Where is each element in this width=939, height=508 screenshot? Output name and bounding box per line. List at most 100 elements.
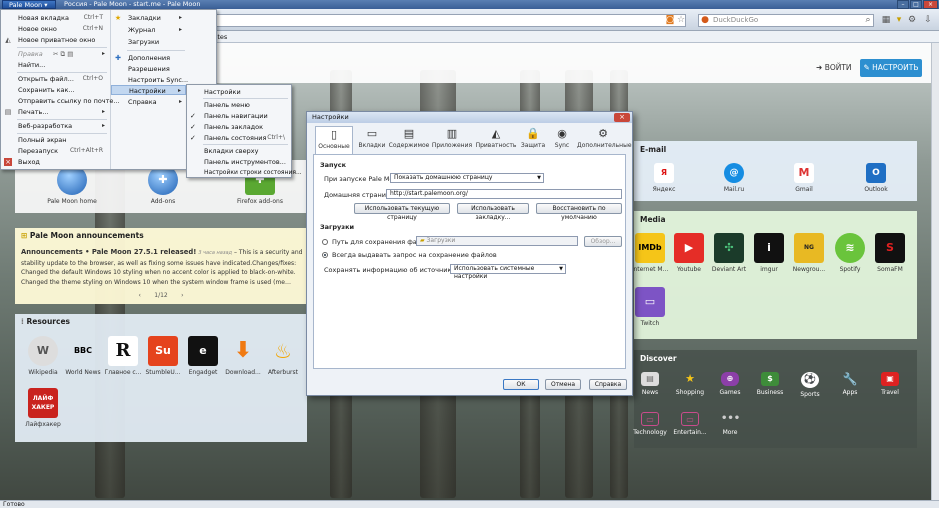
resource-tile[interactable]: BBC World News bbox=[61, 336, 105, 376]
media-tile[interactable]: S SomaFM bbox=[868, 233, 912, 273]
submenu-item-navigation-bar[interactable]: ✓ Панель навигации bbox=[187, 111, 291, 121]
browse-button[interactable]: Обзор... bbox=[584, 236, 622, 247]
discover-tile[interactable]: ▤ News bbox=[628, 372, 672, 396]
homepage-input[interactable]: http://start.palemoon.org/ bbox=[386, 189, 622, 199]
menu-item-fullscreen[interactable]: Полный экран bbox=[1, 135, 109, 145]
submenu-item-status-bar-settings[interactable]: Настройки строки состояния... bbox=[187, 168, 302, 178]
url-bar[interactable] bbox=[180, 14, 686, 27]
restore-default-button[interactable]: Восстановить по умолчанию bbox=[536, 203, 622, 221]
tab-applications[interactable]: ▥ Приложения bbox=[431, 126, 473, 154]
save-path-radio[interactable] bbox=[322, 239, 328, 245]
tab-advanced[interactable]: ⚙ Дополнительные bbox=[577, 126, 632, 154]
resource-tile[interactable]: ЛАЙФ ХАКЕР Лайфхакер bbox=[21, 388, 65, 428]
page-scrollbar[interactable] bbox=[931, 43, 939, 500]
resource-tile[interactable]: e Engadget bbox=[181, 336, 225, 376]
menu-item-open-file[interactable]: Открыть файл... Ctrl+O bbox=[1, 74, 109, 84]
startup-select[interactable]: Показать домашнюю страницу ▼ bbox=[390, 173, 544, 183]
setup-button[interactable]: ✎ НАСТРОИТЬ bbox=[860, 59, 922, 77]
downloads-icon[interactable]: ▾ bbox=[893, 14, 905, 26]
bookmarks-icon[interactable]: ▦ bbox=[880, 14, 892, 26]
tab-tabs[interactable]: ▭ Вкладки bbox=[353, 126, 391, 154]
media-tile[interactable]: ▭ Twitch bbox=[628, 287, 672, 327]
menu-item-exit[interactable]: × Выход bbox=[1, 157, 109, 167]
use-current-page-button[interactable]: Использовать текущую страницу bbox=[354, 203, 450, 221]
email-tile[interactable]: @ Mail.ru bbox=[712, 163, 756, 193]
resource-tile[interactable]: ♨ Afterburst bbox=[261, 336, 305, 376]
media-tile[interactable]: i imgur bbox=[747, 233, 791, 273]
email-tile[interactable]: M Gmail bbox=[782, 163, 826, 193]
use-bookmark-button[interactable]: Использовать закладку... bbox=[457, 203, 529, 221]
app-tile[interactable]: Pale Moon home bbox=[45, 165, 99, 205]
discover-tile[interactable]: ••• More bbox=[708, 412, 752, 436]
prev-icon[interactable]: ‹ bbox=[138, 292, 140, 299]
media-tile[interactable]: ≋ Spotify bbox=[828, 233, 872, 273]
menu-item-history[interactable]: Журнал ▸ bbox=[111, 25, 186, 35]
search-icon[interactable]: ⌕ bbox=[862, 14, 874, 26]
resource-tile[interactable]: R Главное с... bbox=[101, 336, 145, 376]
submenu-item-tabs-on-top[interactable]: Вкладки сверху bbox=[187, 146, 291, 156]
menu-item-edit[interactable]: Правка ✂ ⧉ ▤ ▸ bbox=[1, 49, 109, 59]
submenu-item-toolbar[interactable]: Панель инструментов... bbox=[187, 157, 291, 167]
discover-tile[interactable]: ▣ Travel bbox=[868, 372, 912, 396]
menu-item-setup-sync[interactable]: Настроить Sync... bbox=[111, 75, 188, 85]
menu-item-find[interactable]: Найти... bbox=[1, 60, 109, 70]
maximize-icon[interactable]: □ bbox=[910, 0, 922, 9]
minimize-icon[interactable]: – bbox=[897, 0, 909, 9]
discover-tile[interactable]: ★ Shopping bbox=[668, 372, 712, 396]
resource-tile[interactable]: Su StumbleU... bbox=[141, 336, 185, 376]
menu-item-new-window[interactable]: Новое окно Ctrl+N bbox=[1, 24, 109, 34]
menu-item-print[interactable]: ▤ Печать... ▸ bbox=[1, 107, 109, 117]
menu-item-restart[interactable]: Перезапуск Ctrl+Alt+R bbox=[1, 146, 109, 156]
email-tile[interactable]: O Outlook bbox=[854, 163, 898, 193]
submenu-item-settings[interactable]: Настройки bbox=[187, 87, 291, 97]
discover-tile[interactable]: ▭ Technology bbox=[628, 412, 672, 436]
announcement-entry[interactable]: Announcements • Pale Moon 27.5.1 release… bbox=[21, 248, 305, 287]
close-icon[interactable]: × bbox=[614, 113, 630, 122]
save-path-input[interactable]: ▰ Загрузки bbox=[416, 236, 578, 246]
pale-moon-menu-button[interactable]: Pale Moon ▾ bbox=[2, 0, 56, 9]
menu-item-save-as[interactable]: Сохранить как... bbox=[1, 85, 109, 95]
media-tile[interactable]: ▶ Youtube bbox=[667, 233, 711, 273]
login-button[interactable]: ➜ ВОЙТИ bbox=[812, 60, 856, 76]
submenu-item-status-bar[interactable]: ✓ Панель состояния Ctrl+\ bbox=[187, 133, 291, 143]
discover-tile[interactable]: 🔧 Apps bbox=[828, 372, 872, 396]
close-window-icon[interactable]: × bbox=[923, 0, 938, 9]
submenu-item-menu-bar[interactable]: Панель меню bbox=[187, 100, 291, 110]
bookmark-star-icon[interactable]: ☆ bbox=[675, 14, 687, 26]
next-icon[interactable]: › bbox=[181, 292, 183, 299]
always-ask-radio[interactable] bbox=[322, 252, 328, 258]
media-tile[interactable]: NG Newgrou... bbox=[787, 233, 831, 273]
menu-item-permissions[interactable]: Разрешения bbox=[111, 64, 186, 74]
media-tile[interactable]: ✣ Deviant Art bbox=[707, 233, 751, 273]
menu-item-bookmarks[interactable]: ★ Закладки ▸ bbox=[111, 13, 186, 23]
resource-tile[interactable]: ⬇ Download... bbox=[221, 336, 265, 376]
media-tile[interactable]: IMDb Internet M... bbox=[628, 233, 672, 273]
source-info-select[interactable]: Использовать системные настройки ▼ bbox=[450, 264, 566, 280]
settings-gear-icon[interactable]: ⚙ bbox=[906, 14, 918, 26]
tab-general[interactable]: ▯ Основные bbox=[315, 126, 353, 154]
discover-tile[interactable]: ⚽ Sports bbox=[788, 372, 832, 398]
discover-tile[interactable]: ▭ Entertain... bbox=[668, 412, 712, 436]
menu-item-new-tab[interactable]: Новая вкладка Ctrl+T bbox=[1, 13, 109, 23]
search-input[interactable]: DuckDuckGo bbox=[698, 14, 874, 27]
menu-item-new-private-window[interactable]: ◭ Новое приватное окно bbox=[1, 35, 109, 45]
ok-button[interactable]: ОК bbox=[503, 379, 539, 390]
resource-tile[interactable]: W Wikipedia bbox=[21, 336, 65, 376]
download-arrow-icon[interactable]: ⇩ bbox=[922, 14, 934, 26]
menu-item-web-developer[interactable]: Веб-разработка ▸ bbox=[1, 121, 109, 131]
tab-privacy[interactable]: ◭ Приватность bbox=[474, 126, 518, 154]
tab-security[interactable]: 🔒 Защита bbox=[517, 126, 549, 154]
tab-sync[interactable]: ◉ Sync bbox=[548, 126, 576, 154]
menu-item-downloads[interactable]: Загрузки bbox=[111, 37, 186, 47]
menu-item-settings[interactable]: Настройки ▸ bbox=[111, 85, 186, 95]
help-button[interactable]: Справка bbox=[589, 379, 627, 390]
cancel-button[interactable]: Отмена bbox=[545, 379, 581, 390]
menu-item-send-link[interactable]: Отправить ссылку по почте... bbox=[1, 96, 120, 106]
discover-tile[interactable]: ⊕ Games bbox=[708, 372, 752, 396]
menu-item-addons[interactable]: ✚ Дополнения bbox=[111, 53, 186, 63]
discover-tile[interactable]: $ Business bbox=[748, 372, 792, 396]
tab-content[interactable]: ▤ Содержимое bbox=[388, 126, 430, 154]
email-tile[interactable]: Я Яндекс bbox=[642, 163, 686, 193]
menu-item-help[interactable]: Справка ▸ bbox=[111, 97, 186, 107]
submenu-item-bookmarks-bar[interactable]: ✓ Панель закладок bbox=[187, 122, 291, 132]
